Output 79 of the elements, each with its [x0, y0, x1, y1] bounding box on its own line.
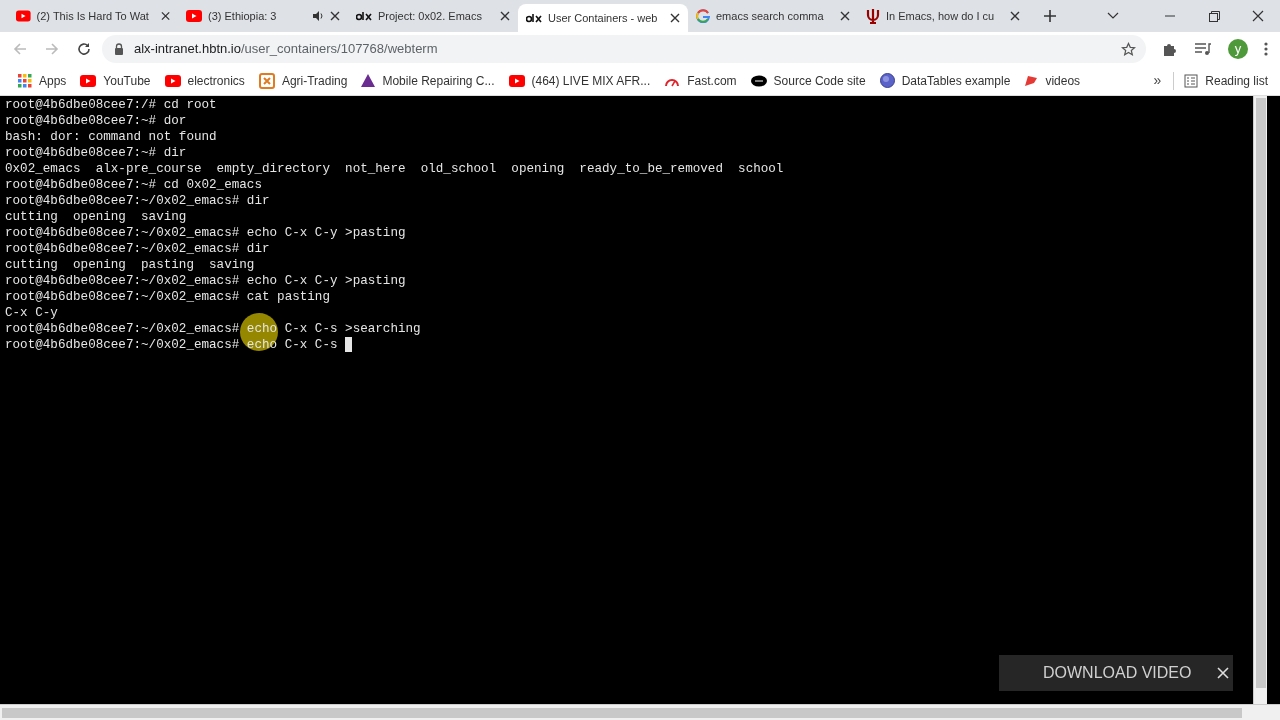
vertical-scrollbar[interactable]	[1253, 96, 1267, 704]
browser-tab[interactable]: emacs search comma	[688, 2, 858, 30]
oval-logo-icon	[750, 74, 767, 87]
bookmark-item[interactable]: Mobile Repairing C...	[355, 68, 501, 93]
browser-tab[interactable]: Project: 0x02. Emacs	[348, 2, 518, 30]
close-icon[interactable]	[1252, 10, 1264, 22]
bookmark-item[interactable]: videos	[1018, 68, 1087, 93]
terminal-line: root@4b6dbe08cee7:~# cd 0x02_emacs	[5, 177, 262, 193]
tab-title: Project: 0x02. Emacs	[378, 8, 482, 24]
bookmark-item[interactable]: YouTube	[74, 68, 157, 93]
media-list-icon[interactable]	[1194, 41, 1212, 57]
terminal-line: root@4b6dbe08cee7:~/0x02_emacs# echo C-x C-y >pasting	[5, 225, 406, 241]
close-tab-icon[interactable]	[330, 11, 340, 21]
speaker-icon[interactable]	[312, 10, 324, 22]
terminal-line: root@4b6dbe08cee7:/# cd root	[5, 97, 217, 113]
puzzle-icon[interactable]	[1162, 41, 1178, 57]
terminal-line: root@4b6dbe08cee7:~/0x02_emacs# echo C-x C-y >pasting	[5, 273, 406, 289]
tab-title: In Emacs, how do I cu	[886, 8, 995, 24]
terminal-line: 0x02_emacs alx-pre_course empty_directory not_here old_school opening ready_to_be_removed school	[5, 161, 784, 177]
bookmark-item[interactable]: (464) LIVE MIX AFR...	[502, 68, 657, 93]
terminal-line: cutting opening pasting saving	[5, 257, 255, 273]
star-icon[interactable]	[1121, 41, 1136, 57]
close-tab-icon[interactable]	[670, 13, 680, 23]
flag-icon	[1024, 74, 1039, 87]
close-tab-icon[interactable]	[1010, 11, 1020, 21]
browser-tab[interactable]: (3) Ethiopia: 3	[178, 2, 348, 30]
play-logo-icon	[508, 74, 525, 87]
play-logo-icon	[80, 74, 97, 87]
bookmark-item[interactable]: Agri-Trading	[252, 68, 354, 93]
play-logo-icon	[164, 74, 181, 87]
more-bookmarks-icon[interactable]: »	[1153, 70, 1162, 91]
tab-title: emacs search comma	[716, 8, 824, 24]
tab-title: (2) This Is Hard To Wat	[36, 8, 149, 24]
logo-mark-icon	[356, 11, 372, 21]
close-tab-icon[interactable]	[840, 11, 850, 21]
terminal-line: root@4b6dbe08cee7:~/0x02_emacs# cat pasting	[5, 289, 330, 305]
logo-mark-icon	[526, 13, 542, 23]
bookmark-item[interactable]: Fast.com	[658, 68, 743, 93]
reading-list-button[interactable]: Reading list	[1184, 71, 1268, 90]
terminal-line: root@4b6dbe08cee7:~/0x02_emacs# dir	[5, 241, 270, 257]
address-bar[interactable]: alx-intranet.hbtn.io/user_containers/107768/webterm	[102, 35, 1146, 63]
terminal-line: root@4b6dbe08cee7:~# dir	[5, 145, 187, 161]
horizontal-scrollbar[interactable]	[0, 704, 1280, 720]
close-tab-icon[interactable]	[160, 11, 170, 21]
g-logo-icon	[696, 9, 710, 23]
terminal-line: C-x C-y	[5, 305, 58, 321]
reading-list-icon	[1184, 73, 1199, 88]
download-video-label: DOWNLOAD VIDEO	[1043, 663, 1192, 683]
tab-title: User Containers - web	[548, 10, 658, 26]
play-logo-icon	[16, 10, 31, 22]
menu-icon[interactable]	[1264, 41, 1268, 57]
terminal-line: cutting opening saving	[5, 209, 187, 225]
terminal-line: root@4b6dbe08cee7:~/0x02_emacs# dir	[5, 193, 270, 209]
bookmark-item[interactable]: Source Code site	[744, 68, 872, 93]
bookmark-item[interactable]: electronics	[158, 68, 251, 93]
close-tab-icon[interactable]	[500, 11, 510, 21]
lock-icon	[114, 43, 124, 55]
terminal-line: root@4b6dbe08cee7:~/0x02_emacs# echo C-x C-s >searching	[5, 321, 421, 337]
restore-icon[interactable]	[1208, 10, 1220, 22]
browser-tab[interactable]: In Emacs, how do I cu	[858, 2, 1028, 30]
triangle-icon	[361, 74, 376, 87]
trident-icon	[866, 8, 880, 24]
browser-tab[interactable]: User Containers - web	[518, 4, 688, 32]
url-text: alx-intranet.hbtn.io/user_containers/107768/webterm	[134, 40, 438, 59]
profile-avatar[interactable]: y	[1228, 39, 1248, 59]
terminal-line: bash: dor: command not found	[5, 129, 217, 145]
terminal-line: root@4b6dbe08cee7:~# dor	[5, 113, 187, 129]
chevron-down-icon[interactable]	[1107, 12, 1119, 20]
square-logo-icon	[258, 72, 275, 89]
plus-icon[interactable]	[1043, 9, 1057, 23]
browser-tab[interactable]: (2) This Is Hard To Wat	[8, 2, 178, 30]
download-video-banner[interactable]: DOWNLOAD VIDEO	[999, 655, 1233, 691]
bookmark-item[interactable]: Apps	[12, 68, 73, 93]
tab-title: (3) Ethiopia: 3	[208, 8, 277, 24]
globe-icon	[879, 73, 895, 88]
reload-icon[interactable]	[76, 41, 92, 57]
bookmark-item[interactable]: DataTables example	[873, 68, 1017, 93]
play-logo-icon	[186, 10, 202, 22]
apps-grid-icon	[18, 73, 32, 88]
